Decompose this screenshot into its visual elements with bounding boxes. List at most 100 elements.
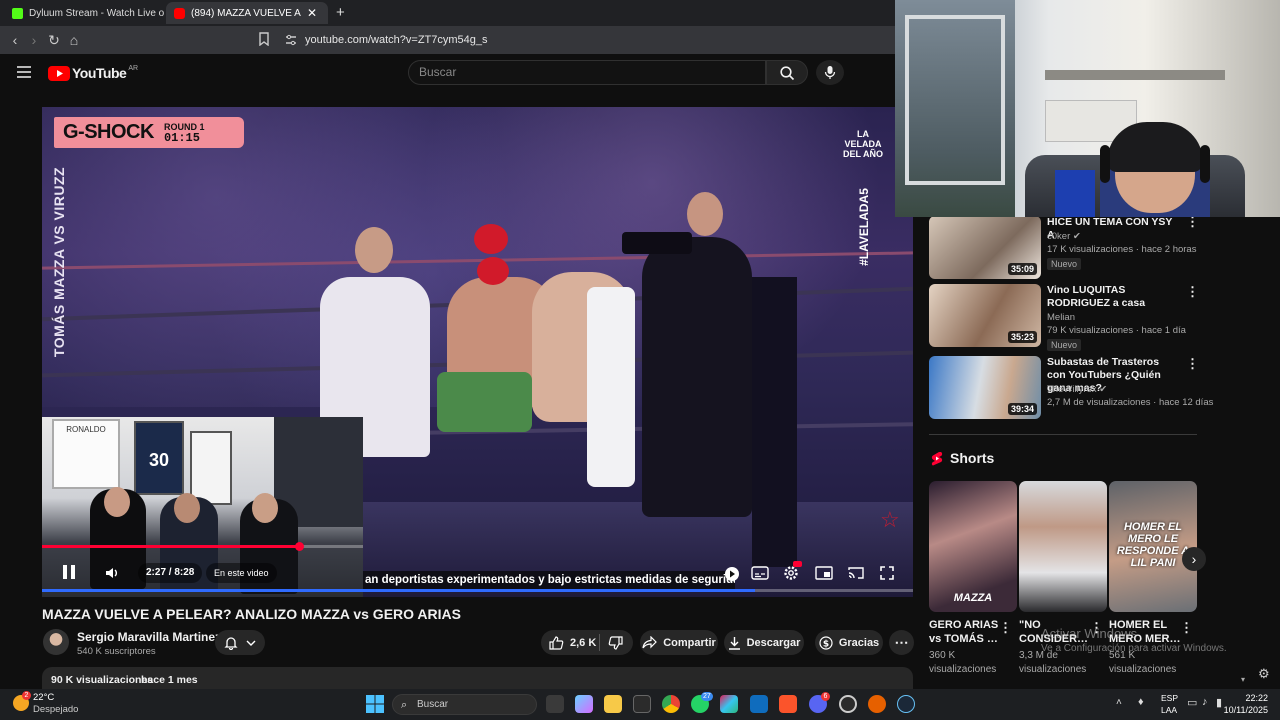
channel-avatar[interactable] — [43, 629, 69, 655]
gear-icon[interactable]: ⚙ — [1258, 667, 1272, 681]
short-card[interactable]: MAZZA — [929, 481, 1017, 612]
more-dots-icon: ⋯ — [894, 634, 909, 650]
like-dislike-group: 2,6 K — [541, 630, 633, 655]
round-time: 01:15 — [163, 130, 200, 145]
taskbar-search-input[interactable]: ⌕ Buscar — [392, 694, 537, 715]
site-info-icon[interactable] — [284, 33, 298, 47]
download-button[interactable]: Descargar — [724, 630, 804, 655]
tab-kick[interactable]: Dyluum Stream - Watch Live on Kick — [4, 2, 164, 24]
weather-desc: Despejado — [33, 704, 79, 715]
rec-channel[interactable]: TheWillyrex ✔ — [1047, 384, 1107, 396]
search-input[interactable]: Buscar — [408, 60, 766, 85]
forward-icon[interactable]: › — [26, 32, 42, 48]
star-icon: ☆ — [880, 507, 900, 532]
search-icon: ⌕ — [401, 699, 408, 711]
autoplay-toggle[interactable] — [724, 566, 740, 582]
slack-icon[interactable] — [720, 695, 738, 713]
rec-thumbnail[interactable]: 35:23 — [929, 284, 1041, 347]
short-menu-icon[interactable]: ⋮ — [1180, 620, 1193, 636]
broadcast-camera — [622, 232, 692, 254]
miniplayer-icon[interactable] — [815, 566, 833, 580]
dislike-button[interactable] — [608, 636, 623, 653]
hashtag-vertical: #LAVELADA5 — [857, 188, 871, 266]
rec-stats: 17 K visualizaciones · hace 2 horas — [1047, 244, 1197, 255]
back-icon[interactable]: ‹ — [7, 32, 23, 48]
file-explorer-icon[interactable] — [604, 695, 622, 713]
tray-chevron-up-icon[interactable]: ˄ — [1116, 697, 1122, 708]
outlook-icon[interactable] — [750, 695, 768, 713]
voice-search-button[interactable] — [816, 60, 844, 85]
scroll-down-arrow-icon[interactable]: ▾ — [1241, 676, 1249, 684]
host-head-3 — [252, 493, 278, 523]
address-bar[interactable]: youtube.com/watch?v=ZT7cym54g_s — [305, 31, 905, 49]
subscribe-notify-button[interactable] — [215, 630, 265, 655]
new-tab-button[interactable]: + — [336, 5, 350, 21]
home-icon[interactable]: ⌂ — [66, 32, 82, 48]
network-icon[interactable]: ▭ — [1187, 696, 1197, 709]
like-button[interactable]: 2,6 K — [549, 635, 597, 650]
copilot-icon[interactable] — [575, 695, 593, 713]
red-glove — [477, 257, 509, 285]
download-icon — [728, 636, 740, 650]
rec-channel[interactable]: Melian — [1047, 312, 1075, 324]
windows-start-icon[interactable] — [366, 695, 384, 713]
video-duration: 35:09 — [1007, 263, 1037, 275]
volume-icon[interactable] — [104, 565, 120, 581]
rec-thumbnail[interactable]: 35:09 — [929, 216, 1041, 279]
rec-thumbnail[interactable]: 39:34 — [929, 356, 1041, 419]
pip-progress-bar — [42, 545, 299, 548]
settings-gear-icon[interactable] — [782, 561, 802, 582]
headphones — [1100, 145, 1110, 183]
rec-menu-icon[interactable]: ⋮ — [1186, 356, 1199, 372]
pause-icon[interactable] — [60, 563, 78, 581]
obs-icon[interactable] — [839, 695, 857, 713]
short-card[interactable] — [1019, 481, 1107, 612]
hd-badge — [793, 561, 802, 567]
reload-icon[interactable]: ↻ — [46, 32, 62, 48]
short-menu-icon[interactable]: ⋮ — [999, 620, 1012, 636]
rec-channel[interactable]: c0ker ✔ — [1047, 231, 1081, 243]
volume-icon[interactable]: ♪ — [1202, 696, 1208, 708]
video-subtitle: an deportistas experimentados y bajo est… — [363, 571, 735, 589]
brave-icon[interactable] — [779, 695, 797, 713]
discord-badge: 6 — [821, 692, 830, 701]
store-icon[interactable] — [633, 695, 651, 713]
task-view-icon[interactable] — [546, 695, 564, 713]
share-button[interactable]: Compartir — [640, 630, 718, 655]
fullscreen-icon[interactable] — [879, 565, 895, 581]
firefox-icon[interactable] — [868, 695, 886, 713]
green-trunks — [437, 372, 532, 432]
cast-icon[interactable] — [847, 566, 865, 580]
steam-icon[interactable] — [897, 695, 915, 713]
framed-jersey-right — [190, 431, 232, 505]
like-count: 2,6 K — [570, 636, 597, 649]
video-duration: 39:34 — [1007, 403, 1037, 415]
weather-temp[interactable]: 22°C — [33, 692, 54, 703]
language-top[interactable]: ESP — [1161, 693, 1178, 703]
scrollbar[interactable] — [1240, 217, 1250, 687]
youtube-logo[interactable]: YouTube AR — [48, 65, 138, 81]
menu-icon[interactable] — [17, 66, 31, 78]
subtitles-icon[interactable] — [751, 566, 769, 580]
rec-menu-icon[interactable]: ⋮ — [1186, 284, 1199, 300]
tray-mic-icon[interactable]: ♦ — [1138, 696, 1144, 708]
view-count: 90 K visualizaciones — [51, 674, 154, 686]
rec-title[interactable]: Vino LUQUITAS RODRIGUEZ a casa — [1047, 284, 1177, 310]
in-video-chip[interactable]: En este video — [206, 563, 277, 583]
short-card[interactable]: HOMER EL MERO LE RESPONDE A LIL PANI — [1109, 481, 1197, 612]
close-tab-icon[interactable]: ✕ — [307, 6, 317, 20]
bookmark-icon[interactable] — [256, 32, 272, 48]
shorts-next-arrow-icon[interactable]: › — [1182, 547, 1206, 571]
short-title[interactable]: GERO ARIAS vs TOMÁS … — [929, 618, 1009, 646]
channel-name[interactable]: Sergio Maravilla Martinez — [77, 630, 221, 644]
thanks-button[interactable]: $ Gracias — [815, 630, 883, 655]
search-button[interactable] — [766, 60, 808, 85]
commentary-pip: RONALDO 30 2:27 / 8:28 En este video — [42, 417, 363, 597]
more-actions-button[interactable]: ⋯ — [889, 630, 914, 655]
tab-youtube[interactable]: (894) MAZZA VUELVE A PELE… ✕ — [166, 2, 328, 24]
chrome-icon[interactable] — [662, 695, 680, 713]
round-scoreboard: G-SHOCK ROUND 1 01:15 — [54, 117, 244, 148]
pip-scrubber-handle[interactable] — [294, 542, 304, 551]
fighter-names-vertical: TOMÁS MAZZA VS VIRUZZ — [51, 166, 67, 358]
clock-time[interactable]: 22:22 — [1226, 693, 1268, 703]
